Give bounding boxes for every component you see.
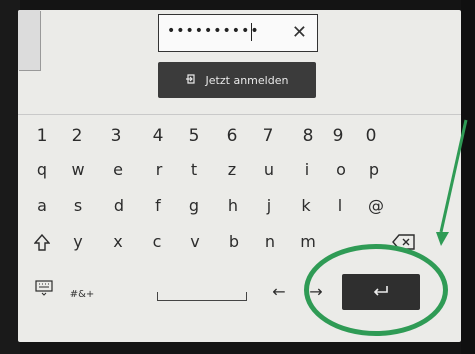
annotation-arrow xyxy=(436,119,468,246)
